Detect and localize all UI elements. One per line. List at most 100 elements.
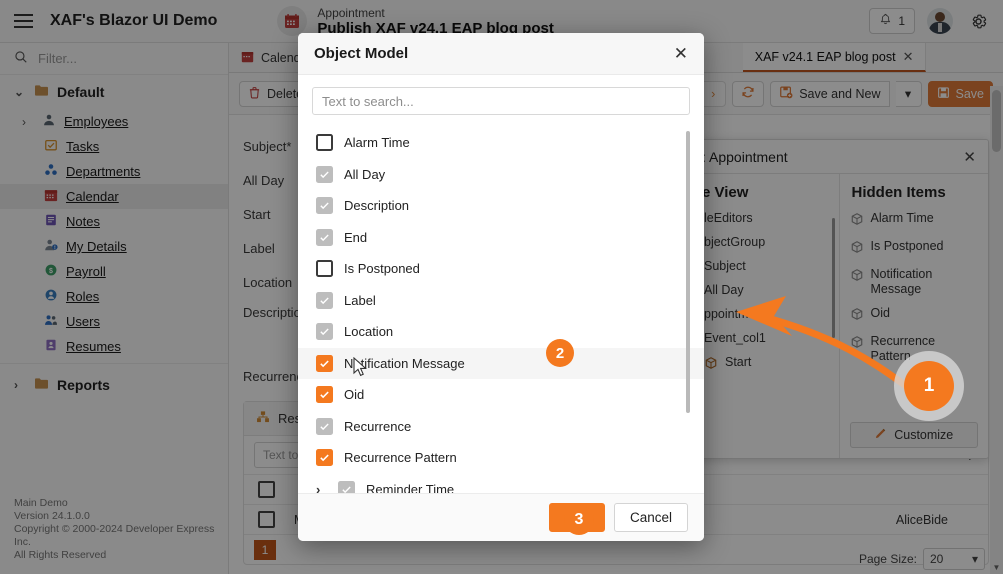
hidden-item[interactable]: Alarm Time <box>850 211 979 230</box>
list-item[interactable]: Is Postponed <box>298 253 704 285</box>
checkbox[interactable] <box>316 386 333 403</box>
gear-icon[interactable] <box>965 8 991 34</box>
flyout-left-item[interactable]: Start <box>700 355 829 374</box>
sidebar-item-resumes[interactable]: Resumes <box>0 334 228 359</box>
refresh-button[interactable] <box>732 81 764 107</box>
checkbox[interactable] <box>316 260 333 277</box>
list-item[interactable]: Recurrence <box>298 411 704 443</box>
list-item[interactable]: Recurrence Pattern <box>298 442 704 474</box>
list-item[interactable]: Oid <box>298 379 704 411</box>
hidden-item[interactable]: Recurrence Pattern <box>850 334 979 364</box>
sidebar-group-default[interactable]: ⌄ Default <box>0 75 228 109</box>
footer-line-3: Copyright © 2000-2024 Developer Express … <box>14 523 228 549</box>
cancel-button[interactable]: Cancel <box>614 503 688 532</box>
sidebar-item-my-details[interactable]: My Details <box>0 234 228 259</box>
hidden-item-label: Alarm Time <box>871 211 934 226</box>
page-number[interactable]: 1 <box>254 540 276 560</box>
checkbox[interactable] <box>316 418 333 435</box>
sidebar-filter-input[interactable]: Filter... <box>0 43 228 75</box>
flyout-left-item-subject[interactable]: Subject <box>700 259 829 274</box>
close-icon[interactable]: ✕ <box>963 148 976 166</box>
flyout-left-item-label: bjectGroup <box>704 235 765 250</box>
flyout-left-scrollbar[interactable] <box>832 218 835 338</box>
mouse-cursor <box>353 357 369 379</box>
checkbox[interactable] <box>316 166 333 183</box>
hamburger-menu-icon[interactable] <box>0 0 46 43</box>
sidebar-item-label: Payroll <box>66 264 106 279</box>
scrollbar-thumb[interactable] <box>992 90 1001 152</box>
hidden-item[interactable]: Oid <box>850 306 979 325</box>
sidebar-item-label: Notes <box>66 214 100 229</box>
user-avatar[interactable] <box>927 8 953 34</box>
chevron-right-icon[interactable]: › <box>316 482 320 493</box>
save-button[interactable]: Save <box>928 81 994 107</box>
page-scrollbar[interactable]: ▲ ▼ <box>990 86 1003 574</box>
list-item[interactable]: End <box>298 222 704 254</box>
header-right-actions: 1 <box>869 8 1003 34</box>
row-checkbox[interactable] <box>244 511 288 528</box>
tasks-icon <box>44 138 58 155</box>
list-item[interactable]: All Day <box>298 159 704 191</box>
trash-icon <box>248 86 261 102</box>
sidebar-item-users[interactable]: Users <box>0 309 228 334</box>
sidebar-item-roles[interactable]: Roles <box>0 284 228 309</box>
customize-button[interactable]: Customize <box>850 422 979 448</box>
flyout-left-item-label: All Day <box>704 283 744 298</box>
list-item[interactable]: Label <box>298 285 704 317</box>
page-size-control: Page Size: 20 ▾ <box>859 548 985 570</box>
save-dropdown-button[interactable]: ▾ <box>896 81 922 107</box>
object-model-dialog: Object Model ✕ Text to search... Alarm T… <box>298 33 704 541</box>
chevron-right-icon: › <box>14 378 26 392</box>
checkbox[interactable] <box>338 481 355 493</box>
sidebar-item-departments[interactable]: Departments <box>0 159 228 184</box>
list-item[interactable]: Alarm Time <box>298 127 704 159</box>
my-details-icon <box>44 238 58 255</box>
flyout-header: : Appointment ✕ <box>690 140 988 174</box>
flyout-left-item[interactable]: All Day <box>700 283 829 298</box>
list-item-label: Is Postponed <box>344 261 420 276</box>
calendar-icon <box>44 188 58 205</box>
flyout-left-item[interactable]: leEditors <box>700 211 829 226</box>
sidebar-item-label: My Details <box>66 239 127 254</box>
sidebar-item-payroll[interactable]: $ Payroll <box>0 259 228 284</box>
list-item[interactable]: Description <box>298 190 704 222</box>
sidebar-item-label: Departments <box>66 164 140 179</box>
checkbox[interactable] <box>316 355 333 372</box>
dialog-title: Object Model <box>314 45 408 62</box>
sidebar-item-tasks[interactable]: Tasks <box>0 134 228 159</box>
search-input[interactable]: Text to search... <box>312 87 690 115</box>
page-size-label: Page Size: <box>859 552 917 566</box>
next-record-button[interactable]: › <box>700 81 726 107</box>
flyout-left-item[interactable]: Event_col1 <box>700 331 829 346</box>
close-icon[interactable]: ✕ <box>903 49 914 65</box>
flyout-body: e View leEditors bjectGroup Subject All … <box>690 174 988 458</box>
save-new-icon <box>779 85 793 102</box>
checkbox[interactable] <box>316 134 333 151</box>
sidebar-item-calendar[interactable]: Calendar <box>0 184 228 209</box>
list-scrollbar[interactable] <box>686 131 690 413</box>
flyout-left-item[interactable]: ppointment <box>700 307 829 322</box>
resumes-icon <box>44 338 58 355</box>
list-item[interactable]: Location <box>298 316 704 348</box>
close-icon[interactable]: ✕ <box>674 45 688 62</box>
checkbox[interactable] <box>316 323 333 340</box>
sidebar-item-notes[interactable]: Notes <box>0 209 228 234</box>
tab-blog-post[interactable]: XAF v24.1 EAP blog post ✕ <box>743 43 927 72</box>
flyout-left-item[interactable]: bjectGroup <box>700 235 829 250</box>
list-item-reminder-time[interactable]: › Reminder Time <box>298 474 704 494</box>
sidebar-item-employees[interactable]: › Employees <box>0 109 228 134</box>
page-size-select[interactable]: 20 ▾ <box>923 548 985 570</box>
notifications-button[interactable]: 1 <box>869 8 915 34</box>
checkbox[interactable] <box>316 292 333 309</box>
checkbox[interactable] <box>316 229 333 246</box>
hidden-item[interactable]: Is Postponed <box>850 239 979 258</box>
sidebar-item-label: Users <box>66 314 100 329</box>
save-and-new-button[interactable]: Save and New <box>770 81 889 107</box>
scroll-down-icon[interactable]: ▼ <box>990 561 1003 574</box>
chevron-right-icon: › <box>22 115 34 129</box>
select-all-checkbox[interactable] <box>244 481 288 498</box>
sidebar-group-reports[interactable]: › Reports <box>0 368 228 402</box>
checkbox[interactable] <box>316 449 333 466</box>
hidden-item[interactable]: Notification Message <box>850 267 979 297</box>
checkbox[interactable] <box>316 197 333 214</box>
